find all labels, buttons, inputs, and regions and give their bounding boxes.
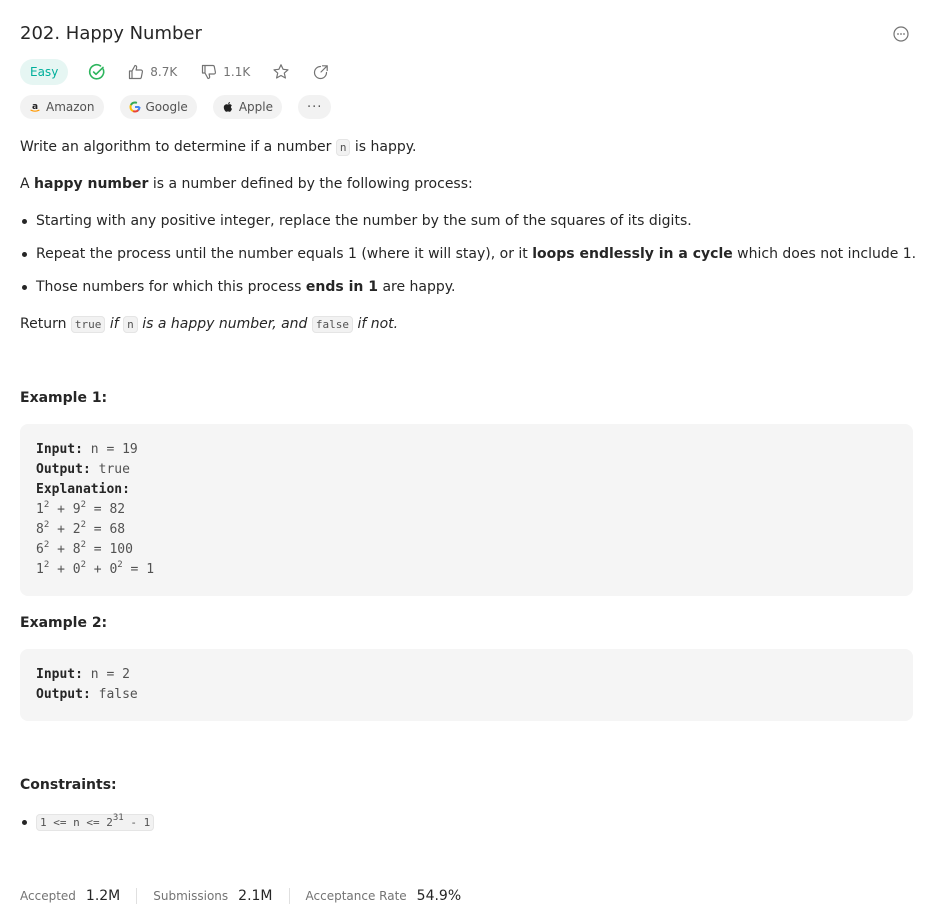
title-row: 202. Happy Number	[20, 22, 913, 48]
bullet-dot	[22, 285, 27, 290]
star-icon[interactable]	[272, 63, 290, 81]
inline-code: false	[311, 316, 354, 333]
return-paragraph: Return true if n is a happy number, and …	[20, 316, 399, 333]
share-icon[interactable]	[312, 64, 329, 81]
company-tag-amazon[interactable]: a Amazon	[20, 95, 104, 119]
divider	[288, 888, 290, 904]
company-name: Apple	[238, 100, 273, 114]
bullet-dot	[22, 820, 27, 825]
submissions-label: Submissions	[153, 889, 229, 903]
company-name: Amazon	[46, 100, 95, 114]
dislikes-count: 1.1K	[223, 65, 251, 79]
apple-logo	[222, 101, 234, 113]
bullet-dot	[22, 252, 27, 257]
divider	[136, 888, 138, 904]
bullet-dot	[22, 219, 27, 224]
company-tag-google[interactable]: Google	[119, 95, 197, 119]
company-tag-apple[interactable]: Apple	[212, 95, 282, 119]
example-1-block: Input: n = 19 Output: true Explanation: …	[20, 424, 913, 596]
submissions-value: 2.1M	[238, 888, 273, 904]
company-name: Google	[145, 100, 188, 114]
example-2-title: Example 2:	[20, 615, 108, 631]
more-icon[interactable]	[893, 26, 909, 42]
like-button[interactable]: 8.7K	[128, 64, 177, 80]
accepted-label: Accepted	[20, 889, 76, 903]
inline-code: 1 <= n <= 231 - 1	[36, 814, 155, 831]
inline-code: n	[123, 316, 138, 333]
company-tags: a Amazon Google Apple ···	[20, 95, 347, 119]
intro-paragraph: Write an algorithm to determine if a num…	[20, 139, 417, 156]
example-2-block: Input: n = 2 Output: false	[20, 649, 913, 721]
google-logo	[129, 101, 141, 113]
example-1-title: Example 1:	[20, 390, 108, 406]
more-companies-button[interactable]: ···	[298, 95, 332, 119]
problem-title[interactable]: 202. Happy Number	[20, 22, 202, 46]
thumbs-down-icon	[202, 64, 217, 80]
definition-paragraph: A happy number is a number defined by th…	[20, 176, 473, 192]
acceptance-rate-value: 54.9%	[416, 888, 462, 904]
meta-row: Easy 8.7K 1.1K	[20, 59, 329, 85]
likes-count: 8.7K	[150, 65, 178, 79]
thumbs-up-icon	[129, 64, 144, 80]
submission-stats: Accepted 1.2M Submissions 2.1M Acceptanc…	[20, 886, 461, 906]
difficulty-badge[interactable]: Easy	[20, 59, 69, 85]
inline-code: true	[70, 316, 106, 333]
inline-code: n	[335, 139, 351, 156]
constraints-title: Constraints:	[20, 777, 117, 793]
acceptance-rate-label: Acceptance Rate	[305, 889, 407, 903]
accepted-value: 1.2M	[85, 888, 121, 904]
dislike-button[interactable]: 1.1K	[201, 64, 250, 80]
amazon-logo: a	[29, 101, 41, 113]
solved-check-icon[interactable]	[88, 63, 106, 81]
